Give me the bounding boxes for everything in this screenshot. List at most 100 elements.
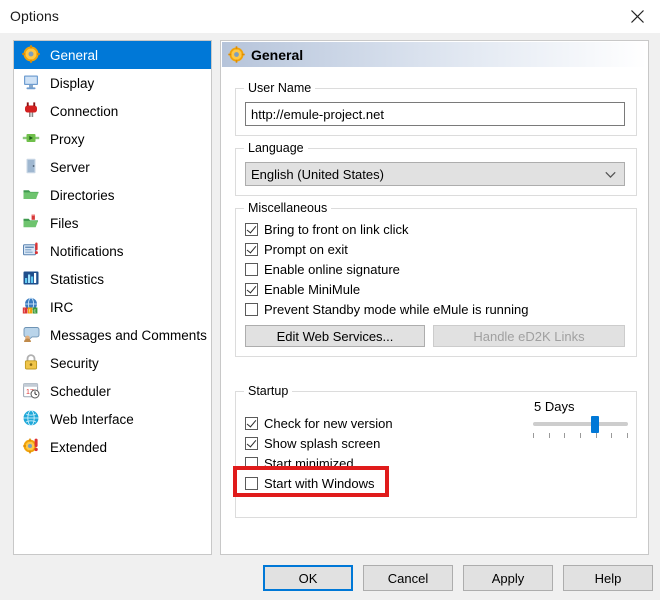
checkbox-check-for-new-version[interactable]: Check for new version [245,416,393,431]
sidebar-item-label: Scheduler [50,383,111,399]
monitor-icon [22,73,42,93]
sidebar-item-label: Files [50,215,79,231]
checkbox-box[interactable] [245,283,258,296]
settings-category-list[interactable]: General Display Connection Proxy Server Direc… [13,40,212,555]
sidebar-item-label: General [50,47,99,63]
sidebar-item-general[interactable]: General [14,41,211,69]
sidebar-item-directories[interactable]: Directories [14,181,211,209]
gear-icon [228,46,245,63]
checkbox-label: Start minimized [264,456,354,471]
sidebar-item-label: Connection [50,103,119,119]
checkbox-label: Prevent Standby mode while eMule is runn… [264,302,529,317]
checkbox-box[interactable] [245,457,258,470]
sidebar-item-notifications[interactable]: Notifications [14,237,211,265]
chevron-down-icon [605,167,616,182]
slider-tick [627,433,628,438]
sidebar-item-label: Security [50,355,99,371]
svg-text:i: i [24,308,25,314]
checkbox-start-minimized[interactable]: Start minimized [245,456,354,471]
update-interval-slider[interactable]: 5 Days [528,399,632,444]
checkbox-start-with-windows[interactable]: Start with Windows [245,476,375,491]
checkbox-box[interactable] [245,303,258,316]
checkbox-label: Show splash screen [264,436,381,451]
globe-icon [22,409,42,429]
notification-icon [22,241,42,261]
window-titlebar: Options [0,0,660,34]
sidebar-item-server[interactable]: Server [14,153,211,181]
sidebar-item-label: Notifications [50,243,124,259]
irc-icon: irc [22,297,42,317]
language-select-value: English (United States) [251,166,384,182]
sidebar-item-label: IRC [50,299,74,315]
checkbox-enable-minimule[interactable]: Enable MiniMule [245,282,360,297]
ok-button[interactable]: OK [263,565,353,591]
sidebar-item-label: Web Interface [50,411,134,427]
sidebar-item-web-interface[interactable]: Web Interface [14,405,211,433]
checkbox-box[interactable] [245,417,258,430]
sidebar-item-label: Display [50,75,95,91]
slider-tick [548,433,550,438]
group-user-name-legend: User Name [244,81,316,95]
sidebar-item-files[interactable]: Files [14,209,211,237]
sidebar-item-label: Proxy [50,131,85,147]
cancel-button[interactable]: Cancel [363,565,453,591]
edit-web-services-button[interactable]: Edit Web Services... [245,325,425,347]
slider-track[interactable] [533,422,628,426]
checkbox-box[interactable] [245,437,258,450]
checkbox-box[interactable] [245,263,258,276]
window-title: Options [10,8,59,24]
sidebar-item-display[interactable]: Display [14,69,211,97]
slider-value-label: 5 Days [534,399,575,414]
checkbox-label: Enable online signature [264,262,400,277]
server-icon [22,157,42,177]
language-select[interactable]: English (United States) [245,162,625,186]
checkbox-box[interactable] [245,223,258,236]
handle-ed2k-links-button: Handle eD2K Links [433,325,625,347]
sidebar-item-label: Messages and Comments [50,327,207,343]
statistics-icon [22,269,42,289]
slider-tick [611,433,613,438]
proxy-icon [22,129,42,149]
extended-icon [22,437,42,457]
slider-tick [580,433,581,438]
sidebar-item-connection[interactable]: Connection [14,97,211,125]
close-icon[interactable] [614,0,660,32]
checkbox-show-splash-screen[interactable]: Show splash screen [245,436,380,451]
checkbox-label: Check for new version [264,416,393,431]
checkbox-prompt-on-exit[interactable]: Prompt on exit [245,242,348,257]
calendar-icon: 17 [22,381,42,401]
sidebar-item-label: Statistics [50,271,105,287]
apply-button[interactable]: Apply [463,565,553,591]
user-name-input[interactable]: http://emule-project.net [245,102,625,126]
checkbox-label: Start with Windows [264,476,375,491]
slider-tick [533,433,534,438]
checkbox-bring-to-front-on-link-click[interactable]: Bring to front on link click [245,222,409,237]
sidebar-item-label: Directories [50,187,115,203]
plug-icon [22,101,42,121]
checkbox-label: Bring to front on link click [264,222,409,237]
sidebar-item-label: Extended [50,439,108,455]
checkbox-box[interactable] [245,477,258,490]
lock-icon [22,353,42,373]
group-startup-legend: Startup [244,384,293,398]
sidebar-item-extended[interactable]: Extended [14,433,211,461]
help-button[interactable]: Help [563,565,653,591]
sidebar-item-statistics[interactable]: Statistics [14,265,211,293]
sidebar-item-proxy[interactable]: Proxy [14,125,211,153]
checkbox-enable-online-signature[interactable]: Enable online signature [245,262,400,277]
checkbox-prevent-standby-mode-while-emule-is-running[interactable]: Prevent Standby mode while eMule is runn… [245,302,528,317]
sidebar-item-irc[interactable]: i r c IRC [14,293,211,321]
slider-tick [564,433,566,438]
slider-thumb[interactable] [591,416,599,433]
checkbox-box[interactable] [245,243,258,256]
settings-panel: General User Name http://emule-project.n… [220,40,649,555]
messages-icon [22,325,42,345]
files-icon [22,213,42,233]
sidebar-item-messages-and-comments[interactable]: Messages and Comments [14,321,211,349]
panel-header: General [222,42,647,67]
sidebar-item-scheduler[interactable]: 17 Scheduler [14,377,211,405]
group-language-legend: Language [244,141,308,155]
sidebar-item-security[interactable]: Security [14,349,211,377]
gear-icon [22,45,42,65]
group-miscellaneous-legend: Miscellaneous [244,201,332,215]
